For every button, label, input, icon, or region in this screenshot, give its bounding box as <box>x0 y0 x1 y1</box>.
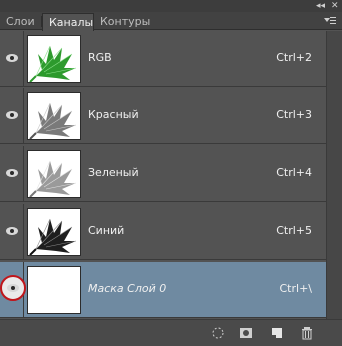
eye-icon <box>6 111 18 119</box>
channel-thumbnail <box>27 92 81 140</box>
tab-layers[interactable]: Слои <box>0 13 42 30</box>
channel-row-blue[interactable]: Синий Ctrl+5 <box>0 204 326 260</box>
channel-shortcut: Ctrl+\ <box>279 282 313 295</box>
tab-paths-label: Контуры <box>100 15 151 28</box>
channel-name: Маска Слой 0 <box>88 282 167 295</box>
channel-shortcut: Ctrl+2 <box>276 51 312 64</box>
visibility-toggle[interactable] <box>0 88 24 144</box>
delete-channel-icon[interactable] <box>300 326 314 340</box>
visibility-toggle[interactable] <box>0 204 24 260</box>
panel-title-bar: ◂◂ ✕ <box>0 0 342 12</box>
channel-shortcut: Ctrl+5 <box>276 224 312 237</box>
eye-icon <box>6 54 18 62</box>
save-selection-as-channel-icon[interactable] <box>239 326 253 340</box>
channel-name: Красный <box>88 108 139 121</box>
channel-shortcut: Ctrl+3 <box>276 108 312 121</box>
channel-list: RGB Ctrl+2 Красный Ctrl+3 Зеленый Ctrl+4… <box>0 31 326 319</box>
visibility-toggle[interactable] <box>0 262 26 318</box>
tab-bar: Слои Каналы Контуры <box>0 12 342 31</box>
tab-paths[interactable]: Контуры <box>94 13 150 30</box>
tab-channels-label: Каналы <box>49 16 94 29</box>
channel-thumbnail <box>27 150 81 198</box>
highlight-circle <box>0 275 26 301</box>
leaf-thumbnail-icon <box>29 102 77 139</box>
eye-icon <box>6 227 18 235</box>
scrollbar[interactable] <box>326 31 342 319</box>
leaf-thumbnail-icon <box>29 45 77 82</box>
close-icon[interactable]: ✕ <box>331 1 339 11</box>
channel-row-red[interactable]: Красный Ctrl+3 <box>0 88 326 144</box>
visibility-toggle[interactable] <box>0 31 24 87</box>
channel-name: Синий <box>88 224 125 237</box>
eye-icon <box>6 169 18 177</box>
channel-shortcut: Ctrl+4 <box>276 166 312 179</box>
channel-row-green[interactable]: Зеленый Ctrl+4 <box>0 146 326 202</box>
load-channel-selection-icon[interactable] <box>211 326 225 340</box>
eye-icon <box>7 284 19 292</box>
tab-layers-label: Слои <box>6 15 35 28</box>
double-chevron-icon[interactable]: ◂◂ <box>316 1 325 11</box>
channel-row-layer-mask[interactable]: Маска Слой 0 Ctrl+\ <box>0 262 326 318</box>
channel-name: Зеленый <box>88 166 139 179</box>
channel-thumbnail <box>27 35 81 83</box>
channel-row-rgb[interactable]: RGB Ctrl+2 <box>0 31 326 87</box>
leaf-thumbnail-icon <box>29 160 77 197</box>
tab-channels[interactable]: Каналы <box>42 13 94 31</box>
mask-thumbnail <box>27 266 81 314</box>
panel-menu-icon[interactable] <box>324 15 336 26</box>
bottom-toolbar <box>0 319 342 346</box>
channel-name: RGB <box>88 51 112 64</box>
leaf-thumbnail-icon <box>29 218 77 255</box>
new-channel-icon[interactable] <box>270 326 284 340</box>
channel-thumbnail <box>27 208 81 256</box>
visibility-toggle[interactable] <box>0 146 24 202</box>
